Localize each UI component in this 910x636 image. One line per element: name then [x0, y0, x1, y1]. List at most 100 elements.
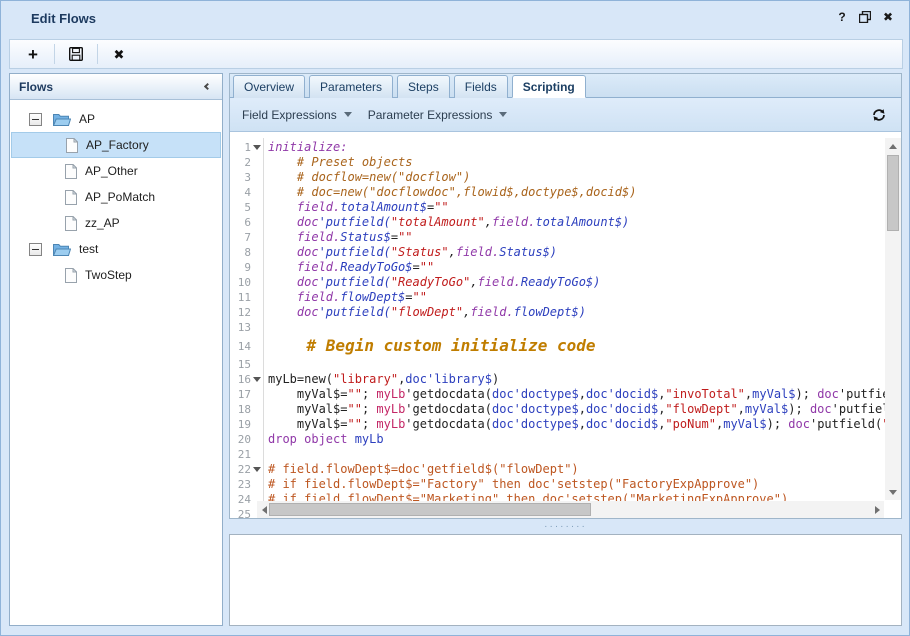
line-number: 23: [230, 478, 251, 491]
tree-expander[interactable]: [29, 243, 42, 256]
scroll-right-button[interactable]: [870, 501, 884, 518]
fold-slot: [251, 230, 263, 245]
expressions-toolbar: Field Expressions Parameter Expressions: [230, 98, 901, 132]
tree-item-ap-factory[interactable]: AP_Factory: [11, 132, 221, 158]
code-line[interactable]: doc'putfield("flowDept",field.flowDept$): [268, 305, 885, 320]
code-line[interactable]: field.Status$="": [268, 230, 885, 245]
h-scrollbar[interactable]: [257, 501, 884, 518]
code-line[interactable]: [268, 357, 885, 372]
fold-icon[interactable]: [251, 462, 263, 477]
restore-button[interactable]: [858, 10, 872, 24]
tab-overview[interactable]: Overview: [233, 75, 305, 98]
tree-expander[interactable]: [29, 113, 42, 126]
line-number: 20: [230, 433, 251, 446]
gutter-row: 13: [230, 320, 263, 335]
refresh-button[interactable]: [869, 105, 889, 125]
code-line[interactable]: field.ReadyToGo$="": [268, 260, 885, 275]
field-expressions-button[interactable]: Field Expressions: [242, 108, 352, 122]
code-line[interactable]: myVal$=""; myLb'getdocdata(doc'doctype$,…: [268, 417, 885, 432]
fold-icon[interactable]: [251, 372, 263, 387]
scroll-up-button[interactable]: [885, 138, 901, 154]
v-scroll-thumb[interactable]: [887, 155, 899, 231]
line-number: 1: [230, 141, 251, 154]
line-number: 15: [230, 358, 251, 371]
code-line[interactable]: initialize:: [268, 140, 885, 155]
gutter-row: 3: [230, 170, 263, 185]
code-line[interactable]: doc'putfield("ReadyToGo",field.ReadyToGo…: [268, 275, 885, 290]
fold-slot: [251, 335, 263, 357]
tab-parameters[interactable]: Parameters: [309, 75, 393, 98]
fold-slot: [251, 245, 263, 260]
fold-icon[interactable]: [251, 140, 263, 155]
code-line[interactable]: [268, 447, 885, 462]
tab-fields[interactable]: Fields: [454, 75, 508, 98]
tree-item-zz-ap[interactable]: zz_AP: [10, 210, 222, 236]
add-flow-button[interactable]: +: [20, 43, 46, 65]
fold-slot: [251, 170, 263, 185]
tree-item-label: zz_AP: [85, 216, 120, 230]
help-button[interactable]: ?: [835, 10, 849, 24]
gutter-row: 19: [230, 417, 263, 432]
flow-detail-panel: OverviewParametersStepsFieldsScripting F…: [229, 73, 902, 519]
code-line[interactable]: doc'putfield("Status",field.Status$): [268, 245, 885, 260]
code-line[interactable]: field.flowDept$="": [268, 290, 885, 305]
code-line[interactable]: drop object myLb: [268, 432, 885, 447]
fold-slot: [251, 357, 263, 372]
tree-item-ap-other[interactable]: AP_Other: [10, 158, 222, 184]
v-scrollbar[interactable]: [885, 138, 901, 500]
fold-slot: [251, 477, 263, 492]
close-button[interactable]: ✖: [881, 10, 895, 24]
document-icon: [66, 138, 78, 153]
code-line[interactable]: myVal$=""; myLb'getdocdata(doc'doctype$,…: [268, 387, 885, 402]
delete-button[interactable]: ✖: [106, 43, 132, 65]
code-line[interactable]: myLb=new("library",doc'library$): [268, 372, 885, 387]
line-number: 17: [230, 388, 251, 401]
tab-bar: OverviewParametersStepsFieldsScripting: [230, 74, 901, 98]
code-line[interactable]: myVal$=""; myLb'getdocdata(doc'doctype$,…: [268, 402, 885, 417]
tab-steps[interactable]: Steps: [397, 75, 450, 98]
gutter-row: 14: [230, 335, 263, 357]
tree-item-label: AP: [79, 112, 95, 126]
tree-item-ap-pomatch[interactable]: AP_PoMatch: [10, 184, 222, 210]
dropdown-caret-icon: [344, 112, 352, 117]
code-line[interactable]: # doc=new("docflowdoc",flowid$,doctype$,…: [268, 185, 885, 200]
code-line[interactable]: # Begin custom initialize code: [268, 335, 885, 357]
gutter-row: 17: [230, 387, 263, 402]
code-line[interactable]: doc'putfield("totalAmount",field.totalAm…: [268, 215, 885, 230]
tree-item-test[interactable]: test: [10, 236, 222, 262]
splitter[interactable]: ········: [229, 519, 902, 534]
plus-icon: +: [28, 46, 38, 63]
splitter-handle[interactable]: ········: [544, 524, 587, 530]
line-number: 6: [230, 216, 251, 229]
collapse-panel-button[interactable]: [199, 80, 213, 94]
document-icon: [65, 190, 77, 205]
line-number: 8: [230, 246, 251, 259]
code-line[interactable]: [268, 320, 885, 335]
line-number: 10: [230, 276, 251, 289]
code-line[interactable]: # docflow=new("docflow"): [268, 170, 885, 185]
expressions-toolbar-items: Field Expressions Parameter Expressions: [242, 108, 869, 122]
gutter-row: 11: [230, 290, 263, 305]
scroll-down-button[interactable]: [885, 484, 901, 500]
line-number: 24: [230, 493, 251, 506]
tree-item-label: TwoStep: [85, 268, 132, 282]
code-line[interactable]: # if field.flowDept$="Factory" then doc'…: [268, 477, 885, 492]
code-line[interactable]: field.totalAmount$="": [268, 200, 885, 215]
code-line[interactable]: # field.flowDept$=doc'getfield$("flowDep…: [268, 462, 885, 477]
tab-scripting[interactable]: Scripting: [512, 75, 586, 98]
chevron-left-icon: [204, 83, 211, 90]
tree-item-twostep[interactable]: TwoStep: [10, 262, 222, 288]
flows-panel: Flows APAP_FactoryAP_OtherAP_PoMatchzz_A…: [9, 73, 223, 626]
save-button[interactable]: [63, 43, 89, 65]
gutter-row: 7: [230, 230, 263, 245]
parameter-expressions-button[interactable]: Parameter Expressions: [368, 108, 508, 122]
code-line[interactable]: # Preset objects: [268, 155, 885, 170]
h-scroll-thumb[interactable]: [269, 503, 591, 516]
code-editor[interactable]: 1234567891011121314151617181920212223242…: [230, 138, 901, 518]
line-number: 14: [230, 340, 251, 353]
line-number: 13: [230, 321, 251, 334]
line-number: 16: [230, 373, 251, 386]
tree-item-ap[interactable]: AP: [10, 106, 222, 132]
titlebar[interactable]: Edit Flows ? ✖: [1, 1, 909, 39]
line-number: 21: [230, 448, 251, 461]
